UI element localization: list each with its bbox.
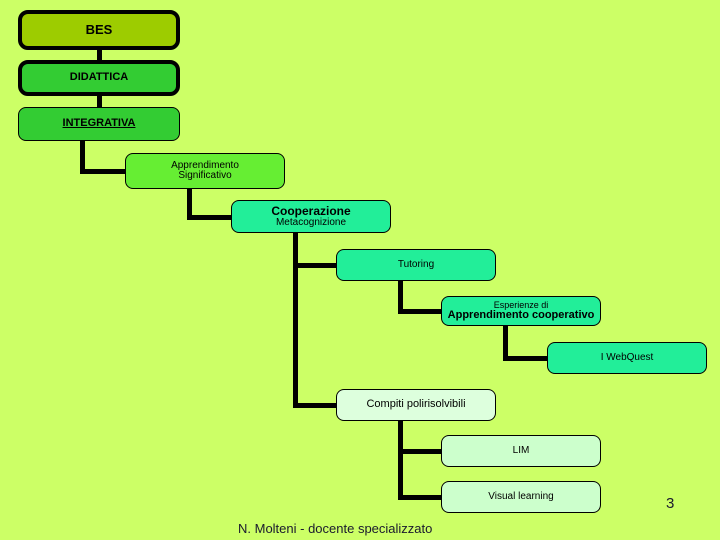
connector-cooperazione-to-compiti-polirisolvibili-vertical bbox=[293, 231, 298, 408]
connector-tutoring-to-esperienze-apprendimento-cooperativo-horizontal bbox=[398, 309, 444, 314]
node-label-secondary: Significativo bbox=[178, 170, 232, 181]
node-label-secondary: Apprendimento cooperativo bbox=[447, 308, 595, 321]
node-integrativa: INTEGRATIVA bbox=[18, 107, 180, 141]
node-compiti-polirisolvibili: Compiti polirisolvibili bbox=[336, 389, 496, 421]
node-label-primary: Visual learning bbox=[488, 490, 554, 502]
node-apprendimento-significativo: Apprendimento Significativo bbox=[125, 153, 285, 189]
node-label-primary: DIDATTICA bbox=[69, 71, 129, 84]
node-esperienze-apprendimento-cooperativo: Esperienze di Apprendimento cooperativo bbox=[441, 296, 601, 326]
node-label-primary: I WebQuest bbox=[600, 351, 654, 363]
connector-apprendimento-significativo-to-cooperazione-horizontal bbox=[187, 214, 234, 220]
node-label-primary: LIM bbox=[512, 444, 530, 456]
node-label-primary: Cooperazione bbox=[271, 203, 351, 218]
connector-cooperazione-to-compiti-polirisolvibili-horizontal bbox=[293, 403, 339, 408]
node-lim: LIM bbox=[441, 435, 601, 467]
node-label-primary: Compiti polirisolvibili bbox=[366, 398, 466, 411]
connector-compiti-polirisolvibili-to-lim-horizontal bbox=[398, 449, 444, 454]
node-tutoring: Tutoring bbox=[336, 249, 496, 281]
connector-integrativa-to-apprendimento-significativo-horizontal bbox=[80, 169, 128, 174]
connector-cooperazione-to-tutoring-horizontal bbox=[293, 263, 339, 268]
node-label-primary: BES bbox=[85, 22, 113, 38]
page-number: 3 bbox=[666, 495, 675, 512]
node-label-secondary: Metacognizione bbox=[275, 216, 347, 228]
node-didattica: DIDATTICA bbox=[18, 60, 180, 96]
node-bes: BES bbox=[18, 10, 180, 50]
node-cooperazione: Cooperazione Metacognizione bbox=[231, 200, 391, 233]
slide-canvas: BES DIDATTICA INTEGRATIVA Apprendimento Sign… bbox=[0, 0, 720, 540]
node-label-primary: Tutoring bbox=[397, 258, 435, 270]
connector-compiti-polirisolvibili-to-visual-learning-vertical bbox=[398, 419, 403, 500]
connector-compiti-polirisolvibili-to-visual-learning-horizontal bbox=[398, 495, 444, 500]
node-visual-learning: Visual learning bbox=[441, 481, 601, 513]
node-webquest: I WebQuest bbox=[547, 342, 707, 374]
connector-esperienze-apprendimento-cooperativo-to-webquest-horizontal bbox=[503, 356, 550, 361]
node-label-primary: INTEGRATIVA bbox=[62, 117, 136, 130]
footer-author: N. Molteni - docente specializzato bbox=[238, 521, 433, 536]
